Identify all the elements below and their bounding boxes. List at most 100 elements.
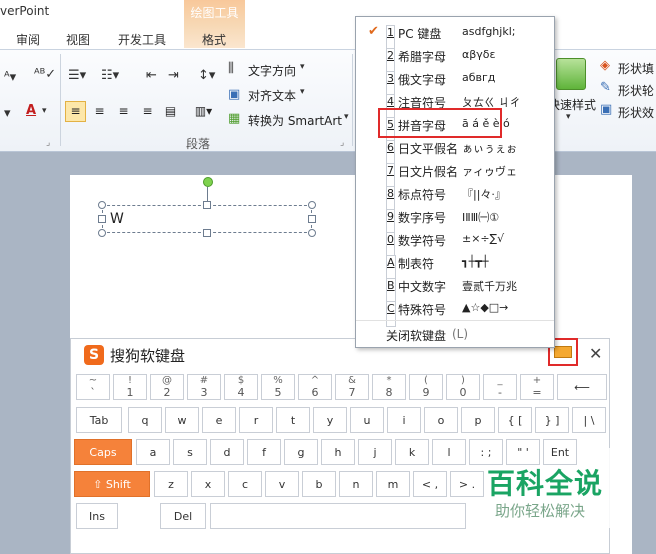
key[interactable]: t xyxy=(276,407,310,433)
key[interactable]: & 7 xyxy=(335,374,369,400)
backspace-key[interactable]: ⟵ xyxy=(557,374,607,400)
key[interactable]: ! 1 xyxy=(113,374,147,400)
key[interactable]: z xyxy=(154,471,188,497)
justify-button[interactable]: ≡ xyxy=(137,101,158,122)
menu-item[interactable]: 7 日文片假名 ァィゥヴェ xyxy=(356,159,554,189)
key[interactable]: " ' xyxy=(506,439,540,465)
menu-item[interactable]: 0 数学符号 ±×÷∑√ xyxy=(356,228,554,258)
menu-item[interactable]: 3 俄文字母 абвгд xyxy=(356,67,554,97)
key[interactable]: * 8 xyxy=(372,374,406,400)
key[interactable]: } ] xyxy=(535,407,569,433)
align-text-button[interactable]: 对齐文本 xyxy=(248,87,296,104)
key[interactable]: u xyxy=(350,407,384,433)
key[interactable]: : ; xyxy=(469,439,503,465)
key[interactable]: $4 xyxy=(224,374,258,400)
menu-item[interactable]: C 特殊符号 ▲☆◆□→ xyxy=(356,297,554,327)
align-center-button[interactable]: ≡ xyxy=(89,101,110,122)
dialog-launcher-icon[interactable]: ⌟ xyxy=(46,138,50,148)
key[interactable]: l xyxy=(432,439,466,465)
convert-smartart-button[interactable]: 转换为 SmartArt xyxy=(248,112,342,129)
shift-key[interactable]: ⇧ Shift xyxy=(74,471,150,497)
key[interactable]: j xyxy=(358,439,392,465)
key[interactable]: y xyxy=(313,407,347,433)
line-spacing-icon[interactable]: ↕▾ xyxy=(198,68,215,83)
key[interactable]: + = xyxy=(520,374,554,400)
font-size-icon[interactable]: ᴬ▾ xyxy=(4,70,16,85)
key[interactable]: v xyxy=(265,471,299,497)
font-color-icon[interactable]: A xyxy=(26,103,36,118)
key[interactable]: | \ xyxy=(572,407,606,433)
resize-handle[interactable] xyxy=(308,201,316,209)
key[interactable]: f xyxy=(247,439,281,465)
key[interactable]: d xyxy=(210,439,244,465)
key[interactable]: ^ 6 xyxy=(298,374,332,400)
menu-item[interactable]: 2 希腊字母 αβγδε xyxy=(356,44,554,74)
resize-handle[interactable] xyxy=(308,229,316,237)
decrease-indent-icon[interactable]: ⇤ xyxy=(146,68,157,83)
insert-key[interactable]: Ins xyxy=(76,503,118,529)
key[interactable]: p xyxy=(461,407,495,433)
quick-styles-icon[interactable] xyxy=(556,58,586,90)
tab-developer[interactable]: 开发工具 xyxy=(118,31,166,48)
numbering-icon[interactable]: ☷▾ xyxy=(101,68,119,83)
key[interactable]: @2 xyxy=(150,374,184,400)
increase-indent-icon[interactable]: ⇥ xyxy=(168,68,179,83)
align-left-button[interactable]: ≡ xyxy=(65,101,86,122)
key[interactable]: ) 0 xyxy=(446,374,480,400)
resize-handle[interactable] xyxy=(203,201,211,209)
key[interactable]: > . xyxy=(450,471,484,497)
caps-lock-key[interactable]: Caps xyxy=(74,439,132,465)
rotation-handle[interactable] xyxy=(203,177,213,187)
key[interactable]: g xyxy=(284,439,318,465)
key[interactable]: e xyxy=(202,407,236,433)
key[interactable]: r xyxy=(239,407,273,433)
tab-key[interactable]: Tab xyxy=(76,407,122,433)
key[interactable]: b xyxy=(302,471,336,497)
key[interactable]: k xyxy=(395,439,429,465)
columns-button[interactable]: ▥▾ xyxy=(193,101,214,122)
key[interactable]: h xyxy=(321,439,355,465)
key[interactable]: (9 xyxy=(409,374,443,400)
key[interactable]: c xyxy=(228,471,262,497)
key[interactable]: a xyxy=(136,439,170,465)
key[interactable]: { [ xyxy=(498,407,532,433)
text-direction-button[interactable]: 文字方向 xyxy=(248,62,296,79)
align-right-button[interactable]: ≡ xyxy=(113,101,134,122)
resize-handle[interactable] xyxy=(308,215,316,223)
menu-item[interactable]: 9 数字序号 ⅠⅡⅢ㈠① xyxy=(356,205,554,235)
tab-review[interactable]: 审阅 xyxy=(16,31,40,48)
distributed-button[interactable]: ▤ xyxy=(160,101,181,122)
key[interactable]: n xyxy=(339,471,373,497)
menu-item[interactable]: A 制表符 ┓┼┳┼ xyxy=(356,251,554,281)
close-icon[interactable]: ✕ xyxy=(589,344,602,363)
key[interactable]: #3 xyxy=(187,374,221,400)
menu-item[interactable]: ✔ 1 PC 键盘 asdfghjkl; xyxy=(356,21,554,51)
resize-handle[interactable] xyxy=(203,229,211,237)
key[interactable]: % 5 xyxy=(261,374,295,400)
key[interactable]: m xyxy=(376,471,410,497)
key[interactable]: _ - xyxy=(483,374,517,400)
shape-effects-button[interactable]: 形状效 xyxy=(618,104,654,121)
dialog-launcher-icon[interactable]: ⌟ xyxy=(340,138,344,148)
menu-item[interactable]: 6 日文平假名 ぁぃぅぇぉ xyxy=(356,136,554,166)
key[interactable]: s xyxy=(173,439,207,465)
resize-handle[interactable] xyxy=(98,229,106,237)
resize-handle[interactable] xyxy=(98,201,106,209)
resize-handle[interactable] xyxy=(98,215,106,223)
spelling-icon[interactable]: ᴬᴮ✓ xyxy=(34,67,56,82)
key[interactable]: q xyxy=(128,407,162,433)
bullets-icon[interactable]: ☰▾ xyxy=(68,68,86,83)
tab-view[interactable]: 视图 xyxy=(66,31,90,48)
shape-outline-button[interactable]: 形状轮 xyxy=(618,82,654,99)
key[interactable]: x xyxy=(191,471,225,497)
key[interactable]: Ent xyxy=(543,439,577,465)
menu-item[interactable]: B 中文数字 壹贰千万兆 xyxy=(356,274,554,304)
delete-key[interactable]: Del xyxy=(160,503,206,529)
key[interactable]: w xyxy=(165,407,199,433)
key[interactable]: o xyxy=(424,407,458,433)
key[interactable]: i xyxy=(387,407,421,433)
key[interactable]: ~ ` xyxy=(76,374,110,400)
text-box-content[interactable]: W xyxy=(110,211,124,227)
quick-styles-button[interactable]: 快速样式 xyxy=(548,96,596,113)
dropdown-icon[interactable]: ▾ xyxy=(4,106,11,121)
